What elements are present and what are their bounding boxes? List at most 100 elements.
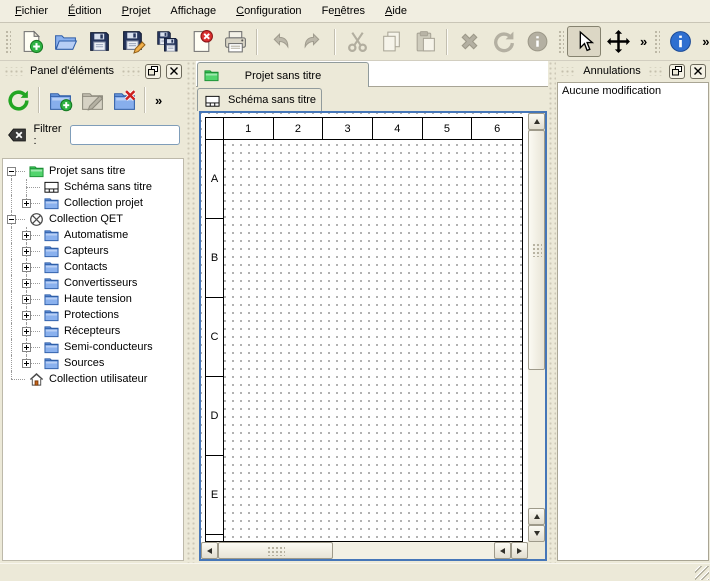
vscroll-thumb[interactable] — [528, 130, 545, 370]
object-info-button[interactable] — [520, 26, 554, 57]
diagram-view[interactable]: 123456ABCDE — [199, 111, 547, 561]
menu-configuration[interactable]: Configuration — [226, 1, 311, 22]
tree-item-collection-qet[interactable]: Collection QET — [3, 211, 183, 227]
dock-handle-texture[interactable] — [560, 67, 576, 76]
tree-item-contacts[interactable]: Contacts — [3, 259, 183, 275]
toolbar-grip[interactable] — [653, 29, 660, 55]
toolbar-overflow-2[interactable]: » — [697, 34, 710, 49]
scroll-down-button[interactable] — [528, 525, 545, 542]
tree-item-recepteurs[interactable]: Récepteurs — [3, 323, 183, 339]
save-as-button[interactable] — [116, 26, 150, 57]
tree-item-convertisseurs[interactable]: Convertisseurs — [3, 275, 183, 291]
tree-item-schema-sans-titre[interactable]: Schéma sans titre — [3, 179, 183, 195]
tree-expander-plus[interactable] — [22, 359, 31, 368]
selection-mode-button[interactable] — [567, 26, 601, 57]
tree-item-collection-projet[interactable]: Collection projet — [3, 195, 183, 211]
menu-edition[interactable]: Édition — [58, 1, 112, 22]
tree-expander-plus[interactable] — [22, 247, 31, 256]
reload-collections-button[interactable] — [2, 84, 34, 116]
dock-splitter-right[interactable] — [548, 61, 556, 563]
tree-item-protections[interactable]: Protections — [3, 307, 183, 323]
hscroll-thumb[interactable] — [218, 542, 333, 559]
tree-item-haute-tension[interactable]: Haute tension — [3, 291, 183, 307]
scroll-left-button[interactable] — [201, 542, 218, 559]
menu-affichage[interactable]: Affichage — [160, 1, 226, 22]
panel-toolbar-overflow[interactable]: » — [150, 93, 165, 108]
tree-expander-minus[interactable] — [7, 167, 16, 176]
toolbar-grip[interactable] — [557, 29, 564, 55]
tree-item-label: Projet sans titre — [49, 165, 125, 177]
tree-item-label: Schéma sans titre — [64, 181, 152, 193]
save-icon — [87, 29, 112, 54]
open-project-button[interactable] — [48, 26, 82, 57]
tree-expander-plus[interactable] — [22, 327, 31, 336]
print-button[interactable] — [218, 26, 252, 57]
tree-expander-plus[interactable] — [22, 231, 31, 240]
close-document-button[interactable] — [184, 26, 218, 57]
horizontal-scrollbar[interactable] — [201, 542, 528, 559]
rotate-button[interactable] — [486, 26, 520, 57]
scroll-up-button-2[interactable] — [528, 508, 545, 525]
redo-button[interactable] — [296, 26, 330, 57]
new-category-button[interactable] — [44, 84, 76, 116]
tree-expander-plus[interactable] — [22, 343, 31, 352]
resize-grip[interactable] — [695, 566, 709, 580]
scroll-up-button[interactable] — [528, 113, 545, 130]
pan-mode-button[interactable] — [601, 26, 635, 57]
delete-button[interactable] — [452, 26, 486, 57]
tree-expander-plus[interactable] — [22, 199, 31, 208]
diagram-canvas[interactable]: 123456ABCDE — [201, 113, 528, 542]
close-panel-button[interactable] — [690, 64, 706, 79]
undo-button[interactable] — [262, 26, 296, 57]
tree-expander-plus[interactable] — [22, 295, 31, 304]
tree-expander-plus[interactable] — [22, 279, 31, 288]
tree-item-projet-sans-titre[interactable]: Projet sans titre — [3, 163, 183, 179]
tree-item-collection-utilisateur[interactable]: Collection utilisateur — [3, 371, 183, 387]
tab-project[interactable]: Projet sans titre — [197, 62, 369, 88]
about-button[interactable] — [663, 26, 697, 57]
save-all-button[interactable] — [150, 26, 184, 57]
frame-column-label: 4 — [373, 118, 423, 140]
tree-expander-plus[interactable] — [22, 263, 31, 272]
float-panel-button[interactable] — [669, 64, 685, 79]
scroll-left-button-2[interactable] — [494, 542, 511, 559]
undo-list-item[interactable]: Aucune modification — [558, 83, 708, 99]
dock-handle-texture[interactable] — [648, 67, 664, 76]
copy-button[interactable] — [374, 26, 408, 57]
tree-item-semi-conducteurs[interactable]: Semi-conducteurs — [3, 339, 183, 355]
paste-button[interactable] — [408, 26, 442, 57]
dock-splitter-left[interactable] — [186, 61, 196, 563]
tree-expander-minus[interactable] — [7, 215, 16, 224]
menu-projet[interactable]: Projet — [112, 1, 161, 22]
home-icon — [29, 371, 45, 387]
tab-schema[interactable]: Schéma sans titre — [197, 88, 322, 111]
menu-fichier[interactable]: Fichier — [5, 1, 58, 22]
edit-category-button[interactable] — [76, 84, 108, 116]
dock-handle-texture[interactable] — [4, 67, 23, 76]
dock-handle-texture[interactable] — [121, 67, 140, 76]
tree-item-capteurs[interactable]: Capteurs — [3, 243, 183, 259]
menu-fenetres[interactable]: Fenêtres — [312, 1, 375, 22]
clear-filter-button[interactable] — [6, 125, 27, 145]
scroll-right-button[interactable] — [511, 542, 528, 559]
delete-category-button[interactable] — [108, 84, 140, 116]
cut-button[interactable] — [340, 26, 374, 57]
save-button[interactable] — [82, 26, 116, 57]
tree-item-sources[interactable]: Sources — [3, 355, 183, 371]
tree-item-automatisme[interactable]: Automatisme — [3, 227, 183, 243]
close-panel-button[interactable] — [166, 64, 182, 79]
new-document-button[interactable] — [14, 26, 48, 57]
project-tabbar: Projet sans titre — [196, 61, 548, 87]
tree-item-label: Automatisme — [64, 229, 128, 241]
toolbar-grip[interactable] — [4, 29, 11, 55]
tree-item-label: Convertisseurs — [64, 277, 137, 289]
filter-input[interactable] — [70, 125, 180, 145]
toolbar-overflow-1[interactable]: » — [635, 34, 650, 49]
vertical-scrollbar[interactable] — [528, 113, 545, 542]
menubar: FichierÉditionProjetAffichageConfigurati… — [0, 0, 710, 23]
redo-icon — [301, 29, 326, 54]
save-all-icon — [155, 29, 180, 54]
tree-expander-plus[interactable] — [22, 311, 31, 320]
menu-aide[interactable]: Aide — [375, 1, 417, 22]
float-panel-button[interactable] — [145, 64, 161, 79]
